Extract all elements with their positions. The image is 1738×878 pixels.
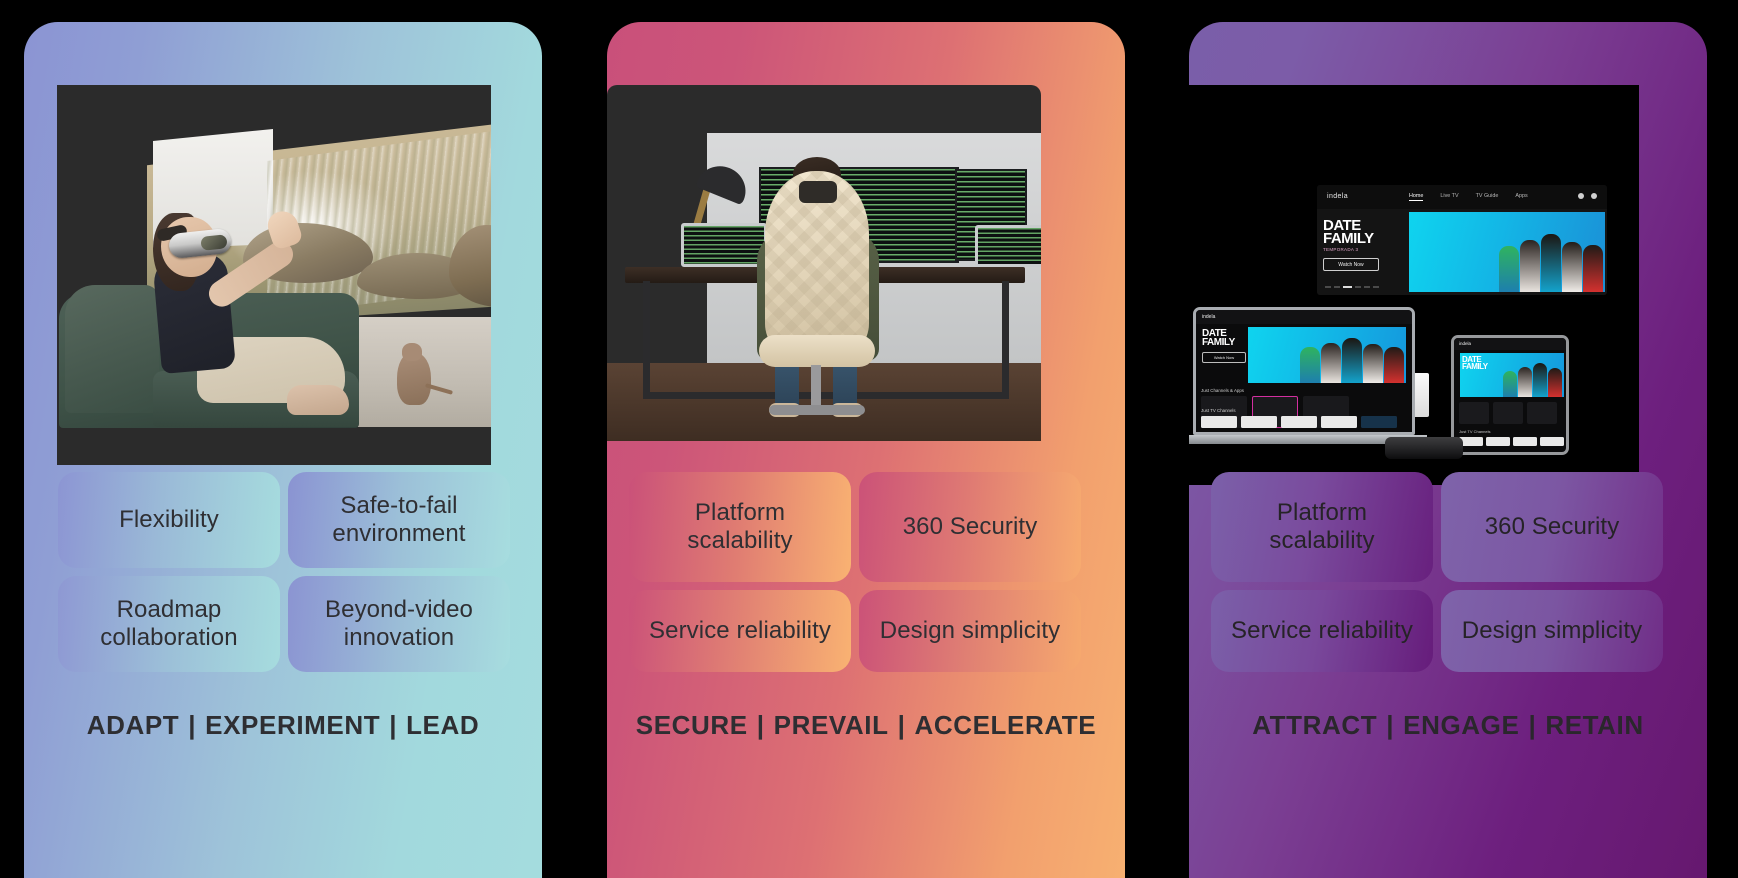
channel-chip[interactable] (1486, 437, 1510, 446)
brand-logo: indela (1202, 314, 1216, 320)
cast-photo (1300, 338, 1404, 383)
tagline-separator: | (188, 710, 197, 740)
feature-tile[interactable]: Safe-to-fail environment (288, 472, 510, 568)
channel-chip[interactable] (1321, 416, 1357, 428)
card-tagline: ADAPT | EXPERIMENT | LEAD (24, 710, 542, 741)
tv-nav: Home Live TV TV Guide Apps (1409, 193, 1528, 201)
brand-logo: indela (1327, 193, 1349, 200)
channel-chip[interactable] (1540, 437, 1564, 446)
feature-tile[interactable]: Service reliability (629, 590, 851, 672)
section-label: Just TV Channels (1201, 408, 1236, 413)
feature-tile[interactable]: Service reliability (1211, 590, 1433, 672)
card-tagline: SECURE | PREVAIL | ACCELERATE (607, 710, 1125, 741)
tagline-separator: | (756, 710, 765, 740)
tv-channel-row (1201, 416, 1397, 428)
search-icon[interactable] (1578, 193, 1584, 199)
feature-tile[interactable]: Design simplicity (1441, 590, 1663, 672)
nav-item-apps[interactable]: Apps (1515, 193, 1527, 201)
person-feet (287, 385, 349, 415)
tagline-word: EXPERIMENT (205, 710, 381, 740)
set-top-box-device (1385, 437, 1463, 459)
tagline-separator: | (389, 710, 398, 740)
feature-tile[interactable]: 360 Security (1441, 472, 1663, 583)
tv-channel-row (1459, 437, 1564, 446)
feature-tile[interactable]: Flexibility (58, 472, 280, 568)
tagline-word: PREVAIL (773, 710, 889, 740)
tv-header-icons (1578, 193, 1597, 199)
chair-stem (811, 365, 821, 409)
section-label: Just Channels & Apps (1201, 388, 1244, 393)
channel-card[interactable] (1493, 402, 1523, 424)
chair-headrest (799, 181, 837, 203)
channel-chip[interactable] (1201, 416, 1237, 428)
laptop-icon (681, 223, 767, 267)
card-image-devices: indela Home Live TV TV Guide Apps DATE F… (1189, 85, 1639, 485)
chair-seat (759, 335, 875, 367)
cast-photo (1503, 363, 1562, 397)
channel-card[interactable] (1459, 402, 1489, 424)
nav-item-tv-guide[interactable]: TV Guide (1476, 193, 1499, 201)
cat-figure (397, 343, 431, 405)
tagline-separator: | (1386, 710, 1395, 740)
card-tagline: ATTRACT | ENGAGE | RETAIN (1189, 710, 1707, 741)
feature-tile[interactable]: Platform scalability (629, 472, 851, 583)
brand-logo: indela (1459, 341, 1472, 346)
hero-text-block: DATE FAMILY TEMPORADA 3 Watch Now (1323, 218, 1405, 289)
tagline-word: ENGAGE (1403, 710, 1520, 740)
hero-artwork (1409, 212, 1605, 292)
feature-card-adapt[interactable]: Flexibility Safe-to-fail environment Roa… (24, 22, 542, 878)
three-card-feature-panel: Flexibility Safe-to-fail environment Roa… (0, 0, 1738, 878)
watch-now-button[interactable]: Watch Now (1323, 258, 1379, 272)
nav-item-live-tv[interactable]: Live TV (1440, 193, 1458, 201)
channel-card-row (1459, 402, 1557, 424)
channel-chip[interactable] (1513, 437, 1537, 446)
chair-base (769, 405, 865, 415)
feature-card-secure[interactable]: Platform scalability 360 Security Servic… (607, 22, 1125, 878)
carousel-dots[interactable] (1325, 286, 1379, 288)
feature-card-attract[interactable]: indela Home Live TV TV Guide Apps DATE F… (1189, 22, 1707, 878)
laptop-app-header (1196, 310, 1412, 324)
gear-icon[interactable] (1591, 193, 1597, 199)
watch-now-button[interactable]: Watch Now (1202, 351, 1246, 363)
device-mockup-illustration: indela Home Live TV TV Guide Apps DATE F… (1189, 85, 1639, 485)
tagline-word: LEAD (406, 710, 480, 740)
channel-chip[interactable] (1281, 416, 1317, 428)
tagline-word: ADAPT (86, 710, 180, 740)
channel-chip[interactable] (1361, 416, 1397, 428)
channel-chip[interactable] (1241, 416, 1277, 428)
laptop-device: indela DATE FAMILY Watch Now Just Channe… (1193, 307, 1415, 435)
tagline-word: ATTRACT (1252, 710, 1378, 740)
feature-tile-grid: Platform scalability 360 Security Servic… (629, 472, 1081, 672)
poster-title-line2: FAMILY (1462, 362, 1488, 372)
tagline-separator: | (897, 710, 906, 740)
nav-item-home[interactable]: Home (1409, 193, 1424, 201)
tagline-word: RETAIN (1545, 710, 1644, 740)
feature-tile[interactable]: Design simplicity (859, 590, 1081, 672)
feature-tile[interactable]: Beyond-video innovation (288, 576, 510, 672)
vr-scene-illustration (57, 85, 491, 465)
tablet-device: indela DATE FAMILY Just TV Channels (1451, 335, 1569, 455)
poster-title-line2: FAMILY (1323, 230, 1374, 248)
channel-card[interactable] (1527, 402, 1557, 424)
card-image-vr (57, 85, 491, 465)
tv-device: indela Home Live TV TV Guide Apps DATE F… (1317, 185, 1607, 295)
poster-subtitle: TEMPORADA 3 (1323, 247, 1359, 253)
hero-artwork (1248, 327, 1406, 383)
cast-photo (1499, 234, 1603, 292)
card-image-workstation (607, 85, 1041, 441)
feature-tile[interactable]: Roadmap collaboration (58, 576, 280, 672)
tagline-word: SECURE (635, 710, 748, 740)
workstation-scene-illustration (607, 85, 1041, 441)
laptop-icon (975, 225, 1041, 267)
section-label: Just TV Channels (1459, 429, 1491, 434)
tagline-separator: | (1528, 710, 1537, 740)
sofa-cushion (65, 285, 159, 413)
feature-tile[interactable]: Platform scalability (1211, 472, 1433, 583)
poster-title-line2: FAMILY (1202, 336, 1235, 348)
feature-tile[interactable]: 360 Security (859, 472, 1081, 583)
feature-tile-grid: Flexibility Safe-to-fail environment Roa… (58, 472, 510, 672)
feature-tile-grid: Platform scalability 360 Security Servic… (1211, 472, 1663, 672)
tagline-word: ACCELERATE (914, 710, 1097, 740)
